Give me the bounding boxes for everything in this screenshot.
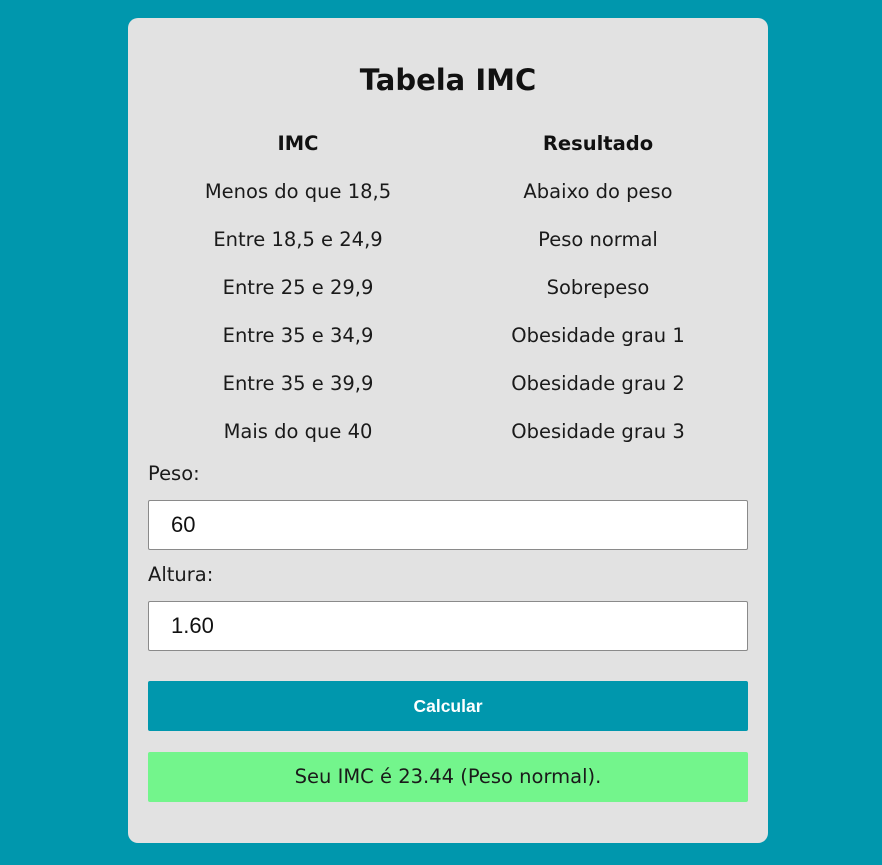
- table-cell-resultado: Obesidade grau 2: [511, 371, 685, 395]
- imc-table: IMC Resultado Menos do que 18,5 Abaixo d…: [148, 119, 748, 455]
- peso-label: Peso:: [148, 462, 200, 485]
- table-row: Entre 25 e 29,9 Sobrepeso: [148, 263, 748, 311]
- altura-input[interactable]: [148, 601, 748, 651]
- calcular-button[interactable]: Calcular: [148, 681, 748, 731]
- page-title: Tabela IMC: [359, 63, 537, 97]
- altura-label: Altura:: [148, 563, 214, 586]
- table-cell-resultado: Abaixo do peso: [523, 179, 673, 203]
- table-row: Entre 35 e 34,9 Obesidade grau 1: [148, 311, 748, 359]
- table-row: Menos do que 18,5 Abaixo do peso: [148, 167, 748, 215]
- table-cell-imc: Entre 35 e 39,9: [222, 371, 374, 395]
- column-header-resultado: Resultado: [542, 131, 654, 155]
- table-cell-imc: Entre 18,5 e 24,9: [213, 227, 383, 251]
- table-cell-resultado: Peso normal: [538, 227, 658, 251]
- table-cell-resultado: Obesidade grau 1: [511, 323, 685, 347]
- table-header-row: IMC Resultado: [148, 119, 748, 167]
- result-message: Seu IMC é 23.44 (Peso normal).: [148, 752, 748, 802]
- table-cell-resultado: Obesidade grau 3: [511, 419, 685, 443]
- table-row: Entre 18,5 e 24,9 Peso normal: [148, 215, 748, 263]
- peso-input[interactable]: [148, 500, 748, 550]
- table-cell-imc: Entre 35 e 34,9: [222, 323, 374, 347]
- table-cell-imc: Entre 25 e 29,9: [222, 275, 374, 299]
- table-row: Entre 35 e 39,9 Obesidade grau 2: [148, 359, 748, 407]
- table-cell-imc: Menos do que 18,5: [204, 179, 392, 203]
- table-cell-imc: Mais do que 40: [223, 419, 373, 443]
- table-row: Mais do que 40 Obesidade grau 3: [148, 407, 748, 455]
- imc-card: Tabela IMC IMC Resultado Menos do que 18…: [128, 18, 768, 843]
- column-header-imc: IMC: [277, 131, 319, 155]
- table-cell-resultado: Sobrepeso: [546, 275, 650, 299]
